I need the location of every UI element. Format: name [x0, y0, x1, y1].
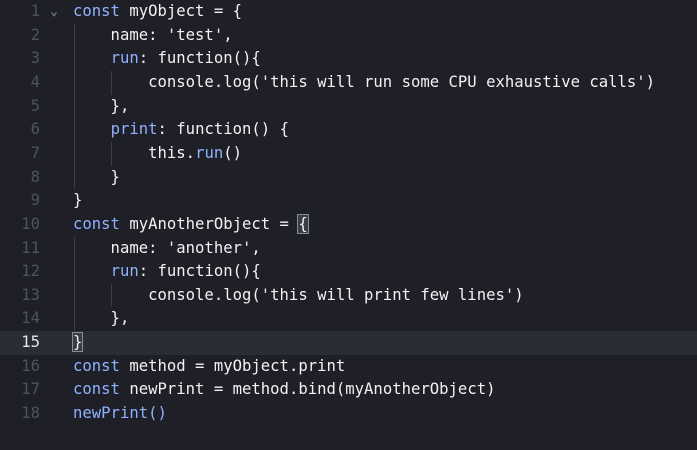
line-number[interactable]: 12: [0, 260, 40, 284]
code-token: : function(){: [138, 49, 261, 68]
code-token: const: [73, 2, 120, 20]
code-token: run: [110, 49, 139, 68]
line-number[interactable]: 5: [0, 95, 40, 119]
code-text: const myObject = {: [73, 0, 242, 24]
code-token: this.: [73, 143, 196, 162]
code-token: const: [73, 380, 120, 399]
code-token: method = myObject.print: [119, 356, 346, 375]
line-number[interactable]: 4: [0, 71, 40, 95]
code-text: },: [73, 95, 130, 119]
code-token: run: [110, 262, 139, 281]
line-number[interactable]: 16: [0, 355, 40, 379]
code-token: const: [73, 214, 120, 233]
line-number[interactable]: 1: [0, 0, 40, 24]
code-text: console.log('this will run some CPU exha…: [73, 71, 655, 95]
line-number[interactable]: 9: [0, 189, 40, 213]
code-text: name: 'another',: [73, 237, 261, 261]
code-line-18[interactable]: 18 newPrint(): [0, 402, 697, 426]
code-line-7[interactable]: 7 this.run(): [0, 142, 697, 166]
code-text: this.run(): [73, 142, 242, 166]
line-number[interactable]: 8: [0, 166, 40, 190]
code-text: print: function() {: [73, 118, 289, 142]
code-token: myAnotherObject =: [119, 214, 299, 233]
line-number[interactable]: 2: [0, 24, 40, 48]
line-number[interactable]: 10: [0, 213, 40, 237]
code-token: }: [73, 167, 120, 186]
code-editor[interactable]: 1 ⌄ const myObject = {2 name: 'test', 3 run…: [0, 0, 697, 450]
code-text: const method = myObject.print: [73, 355, 345, 379]
line-number[interactable]: 3: [0, 47, 40, 71]
indent-guide: [74, 236, 75, 332]
code-token: const: [73, 356, 120, 375]
code-token: (): [223, 143, 243, 162]
code-token: },: [73, 96, 130, 115]
code-line-12[interactable]: 12 run: function(){: [0, 260, 697, 284]
line-number[interactable]: 13: [0, 284, 40, 308]
line-number[interactable]: 18: [0, 402, 40, 426]
code-line-9[interactable]: 9}: [0, 189, 697, 213]
indent-guide: [74, 23, 75, 190]
code-token: : function(){: [138, 262, 261, 281]
line-number[interactable]: 14: [0, 307, 40, 331]
code-line-10[interactable]: 10 const myAnotherObject = {: [0, 213, 697, 237]
code-token: name: 'test',: [73, 25, 233, 44]
code-token: name: 'another',: [73, 238, 261, 257]
code-line-4[interactable]: 4 console.log('this will run some CPU ex…: [0, 71, 697, 95]
indent-guide: [111, 141, 112, 166]
line-number[interactable]: 17: [0, 378, 40, 402]
indent-guide: [111, 283, 112, 308]
line-number[interactable]: 7: [0, 142, 40, 166]
code-text: const myAnotherObject = {: [73, 213, 309, 237]
code-line-11[interactable]: 11 name: 'another',: [0, 237, 697, 261]
code-line-8[interactable]: 8 }: [0, 166, 697, 190]
code-token: newPrint(): [73, 404, 167, 423]
matched-brace: {: [297, 213, 309, 234]
code-text: }: [73, 189, 82, 213]
code-token: },: [73, 309, 130, 328]
line-number[interactable]: 6: [0, 118, 40, 142]
code-line-14[interactable]: 14 },: [0, 307, 697, 331]
code-token: console.log('this will run some CPU exha…: [73, 72, 656, 91]
code-text: newPrint(): [73, 402, 167, 426]
code-line-1[interactable]: 1 ⌄ const myObject = {: [0, 0, 697, 24]
code-text: console.log('this will print few lines'): [73, 284, 524, 308]
code-token: myObject = {: [119, 2, 243, 20]
code-token: console.log('this will print few lines'): [73, 285, 524, 304]
code-token: newPrint = method.bind(myAnotherObject): [119, 380, 496, 399]
code-line-3[interactable]: 3 run: function(){: [0, 47, 697, 71]
code-text: }: [73, 166, 120, 190]
code-text: run: function(){: [73, 47, 261, 71]
code-text: const newPrint = method.bind(myAnotherOb…: [73, 378, 495, 402]
code-text: },: [73, 307, 130, 331]
matched-brace: }: [71, 332, 84, 353]
code-line-13[interactable]: 13 console.log('this will print few line…: [0, 284, 697, 308]
line-number[interactable]: 11: [0, 237, 40, 261]
code-text: }: [71, 331, 84, 355]
code-line-6[interactable]: 6 print: function() {: [0, 118, 697, 142]
code-line-5[interactable]: 5 },: [0, 95, 697, 119]
code-line-2[interactable]: 2 name: 'test',: [0, 24, 697, 48]
code-line-17[interactable]: 17 const newPrint = method.bind(myAnother…: [0, 378, 697, 402]
line-number[interactable]: 15: [0, 331, 40, 355]
indent-guide: [111, 70, 112, 95]
code-line-15[interactable]: 15}: [0, 331, 697, 355]
code-token: run: [195, 143, 224, 162]
code-line-16[interactable]: 16 const method = myObject.print: [0, 355, 697, 379]
code-token: }: [73, 191, 83, 210]
fold-chevron-icon[interactable]: ⌄: [47, 0, 61, 24]
code-text: name: 'test',: [73, 24, 233, 48]
code-token: : function() {: [157, 120, 289, 139]
code-token: print: [110, 120, 158, 139]
code-text: run: function(){: [73, 260, 261, 284]
